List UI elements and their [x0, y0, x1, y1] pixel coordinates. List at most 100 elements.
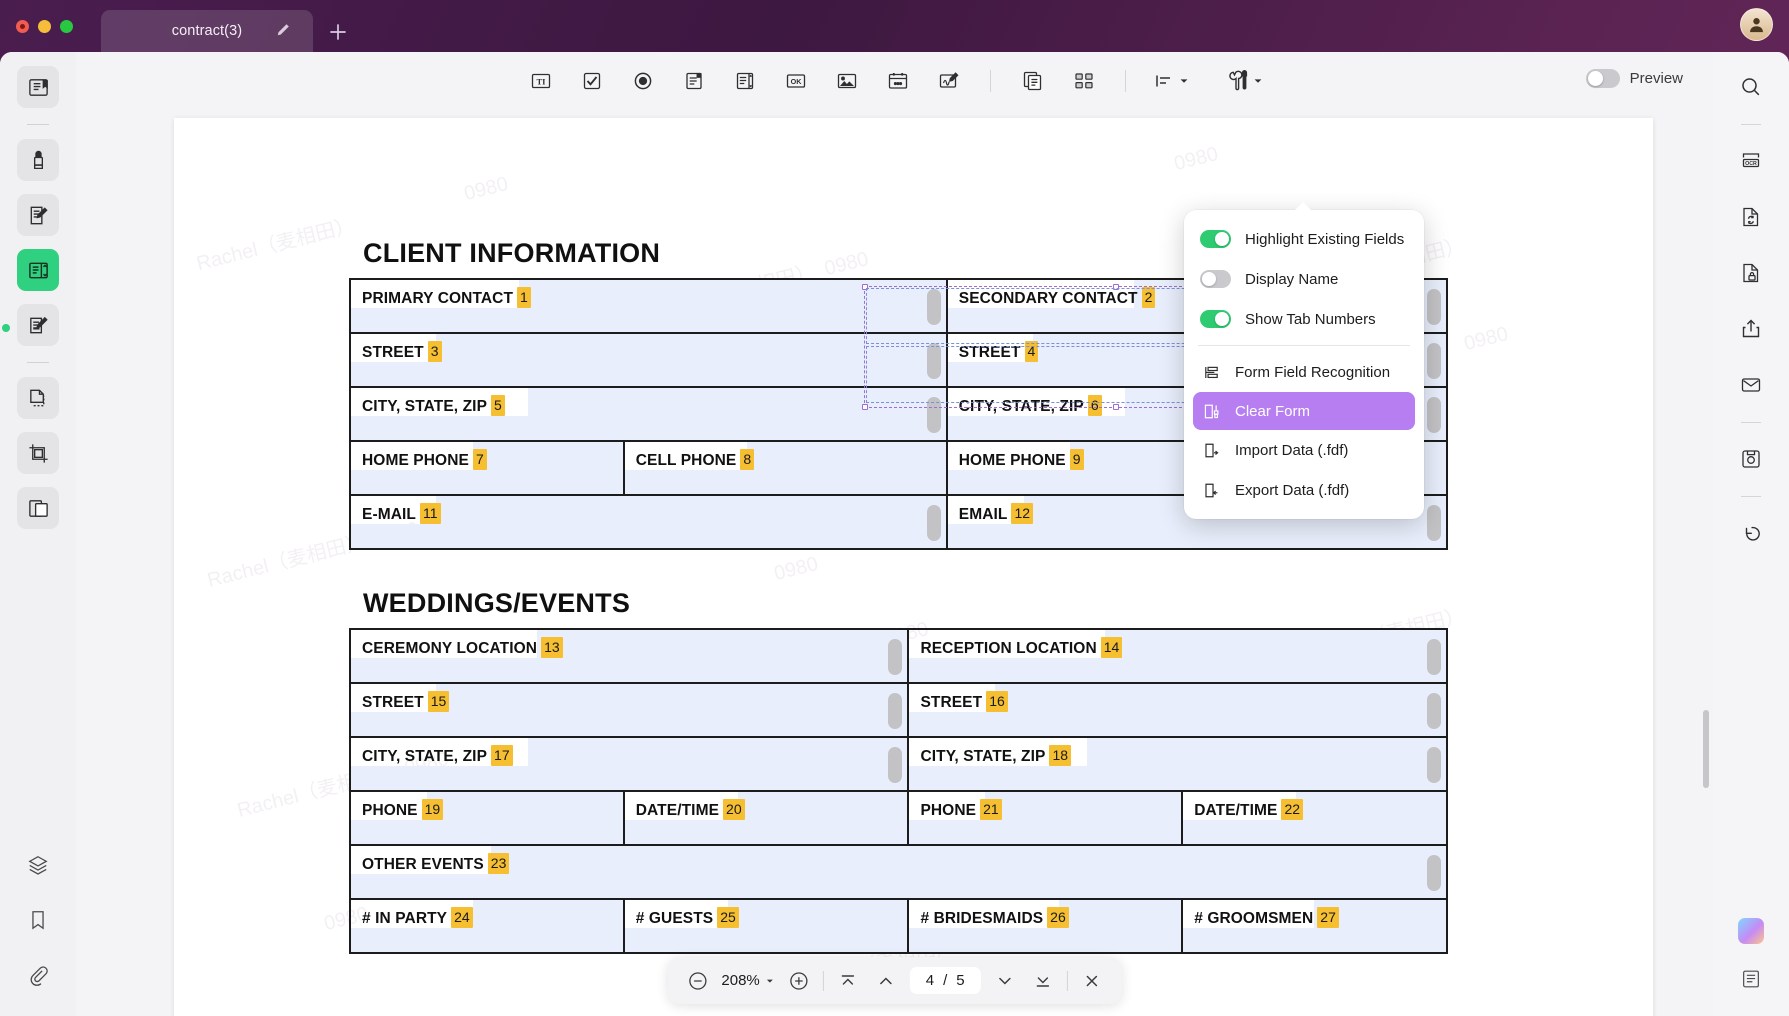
menu-item-import-data[interactable]: Import Data (.fdf): [1184, 430, 1424, 470]
form-field-cell[interactable]: HOME PHONE 9: [947, 442, 1209, 494]
form-field-cell[interactable]: PHONE 21: [909, 792, 1182, 844]
document-area[interactable]: Rachel（麦相田） 0980 Rachel（麦相田） 0980 0980 R…: [76, 110, 1713, 1016]
ocr-button[interactable]: OCR: [1732, 142, 1770, 180]
signature-field-tool[interactable]: [933, 66, 964, 97]
date-field-tool[interactable]: [882, 66, 913, 97]
form-field-cell[interactable]: PRIMARY CONTACT 1: [351, 280, 946, 332]
zoom-level-selector[interactable]: 208%: [721, 972, 774, 989]
field-scrollbar[interactable]: [888, 747, 903, 783]
search-panel-button[interactable]: [1732, 68, 1770, 106]
sidebar-item-bookmarks[interactable]: [17, 899, 59, 941]
field-scrollbar[interactable]: [926, 505, 941, 541]
form-field-cell[interactable]: # IN PARTY 24: [351, 900, 623, 952]
field-scrollbar[interactable]: [888, 693, 903, 729]
pdf-page[interactable]: Rachel（麦相田） 0980 Rachel（麦相田） 0980 0980 R…: [174, 118, 1653, 1016]
radio-button-tool[interactable]: [627, 66, 658, 97]
zoom-out-button[interactable]: [683, 967, 711, 995]
page-navigation-bar[interactable]: 208% 4 / 5: [667, 957, 1122, 1004]
field-grid-tool[interactable]: [1068, 66, 1099, 97]
field-scrollbar[interactable]: [926, 343, 941, 379]
text-field-tool[interactable]: TI: [525, 66, 556, 97]
checkbox-tool[interactable]: [576, 66, 607, 97]
list-box-tool[interactable]: [729, 66, 760, 97]
menu-item-export-data[interactable]: Export Data (.fdf): [1184, 470, 1424, 510]
notes-button[interactable]: [1732, 960, 1770, 998]
last-page-button[interactable]: [1029, 967, 1057, 995]
field-scrollbar[interactable]: [1426, 693, 1441, 729]
form-field-cell[interactable]: PHONE 19: [351, 792, 623, 844]
form-field-cell[interactable]: CITY, STATE, ZIP 17: [351, 738, 908, 790]
menu-item-form-field-recognition[interactable]: Form Field Recognition: [1184, 352, 1424, 392]
previous-page-button[interactable]: [872, 967, 900, 995]
form-field-cell[interactable]: STREET 15: [351, 684, 908, 736]
field-scrollbar[interactable]: [1426, 505, 1441, 541]
field-scrollbar[interactable]: [926, 289, 941, 325]
minimize-window-button[interactable]: [38, 19, 51, 33]
first-page-button[interactable]: [834, 967, 862, 995]
maximize-window-button[interactable]: [60, 19, 73, 33]
sidebar-item-attachments[interactable]: [17, 954, 59, 996]
save-snapshot-button[interactable]: [1732, 440, 1770, 478]
sidebar-item-markup[interactable]: [17, 139, 59, 181]
field-scrollbar[interactable]: [888, 639, 903, 675]
ai-sparkle-icon[interactable]: [1738, 918, 1764, 944]
field-scrollbar[interactable]: [1427, 855, 1441, 891]
new-tab-button[interactable]: [327, 21, 349, 43]
preview-toggle-group[interactable]: Preview: [1585, 69, 1683, 88]
close-window-button[interactable]: [16, 19, 29, 33]
form-tools-dropdown-menu[interactable]: Highlight Existing Fields Display Name S…: [1184, 202, 1424, 519]
sidebar-item-layers[interactable]: [17, 844, 59, 886]
form-field-cell[interactable]: HOME PHONE 7: [351, 442, 623, 494]
menu-item-clear-form[interactable]: Clear Form: [1193, 392, 1415, 430]
sidebar-item-read[interactable]: [17, 66, 59, 108]
form-field-cell[interactable]: OTHER EVENTS 23: [351, 846, 1446, 898]
form-field-cell[interactable]: # GROOMSMEN 27: [1183, 900, 1446, 952]
sidebar-item-edit[interactable]: [17, 194, 59, 236]
field-scrollbar[interactable]: [1426, 747, 1441, 783]
convert-button[interactable]: [1732, 198, 1770, 236]
share-button[interactable]: [1732, 310, 1770, 348]
show-tab-numbers-toggle[interactable]: [1200, 310, 1231, 328]
sidebar-item-form[interactable]: [17, 249, 59, 291]
field-scrollbar[interactable]: [1426, 639, 1441, 675]
sidebar-item-crop[interactable]: [17, 432, 59, 474]
undo-button[interactable]: [1732, 514, 1770, 552]
form-tools-menu-button[interactable]: [1224, 68, 1264, 94]
sidebar-item-fill-sign[interactable]: [17, 304, 59, 346]
avatar[interactable]: [1740, 8, 1773, 41]
sidebar-item-organize[interactable]: [17, 377, 59, 419]
form-field-cell[interactable]: CITY, STATE, ZIP 5: [351, 388, 946, 440]
page-template-tool[interactable]: [1017, 66, 1048, 97]
document-scrollbar[interactable]: [1703, 710, 1709, 788]
field-scrollbar[interactable]: [1426, 343, 1441, 379]
form-field-cell[interactable]: STREET 16: [909, 684, 1446, 736]
image-field-tool[interactable]: [831, 66, 862, 97]
rename-tab-icon[interactable]: [275, 22, 291, 38]
push-button-tool[interactable]: OK: [780, 66, 811, 97]
zoom-in-button[interactable]: [785, 967, 813, 995]
document-tab[interactable]: contract(3): [101, 10, 313, 52]
field-scrollbar[interactable]: [926, 397, 941, 433]
menu-item-show-tab-numbers[interactable]: Show Tab Numbers: [1184, 299, 1424, 339]
preview-toggle[interactable]: [1585, 69, 1620, 88]
menu-item-highlight-existing-fields[interactable]: Highlight Existing Fields: [1184, 219, 1424, 259]
page-number-input[interactable]: 4 / 5: [909, 967, 981, 994]
form-field-cell[interactable]: CELL PHONE 8: [624, 442, 946, 494]
form-field-cell[interactable]: # BRIDESMAIDS 26: [909, 900, 1182, 952]
field-scrollbar[interactable]: [1426, 397, 1441, 433]
form-field-cell[interactable]: # GUESTS 25: [624, 900, 908, 952]
protect-button[interactable]: [1732, 254, 1770, 292]
next-page-button[interactable]: [991, 967, 1019, 995]
form-field-cell[interactable]: CEREMONY LOCATION 13: [351, 630, 908, 682]
form-field-cell[interactable]: CITY, STATE, ZIP 18: [909, 738, 1446, 790]
menu-item-display-name[interactable]: Display Name: [1184, 259, 1424, 299]
form-field-cell[interactable]: DATE/TIME 22: [1183, 792, 1446, 844]
form-field-cell[interactable]: E-MAIL 11: [351, 496, 946, 548]
align-tool[interactable]: [1152, 69, 1190, 93]
sidebar-item-compare[interactable]: [17, 487, 59, 529]
form-field-cell[interactable]: STREET 3: [351, 334, 946, 386]
form-field-cell[interactable]: RECEPTION LOCATION 14: [909, 630, 1446, 682]
highlight-existing-fields-toggle[interactable]: [1200, 230, 1231, 248]
form-field-cell[interactable]: DATE/TIME 20: [624, 792, 908, 844]
close-pager-button[interactable]: [1078, 967, 1106, 995]
